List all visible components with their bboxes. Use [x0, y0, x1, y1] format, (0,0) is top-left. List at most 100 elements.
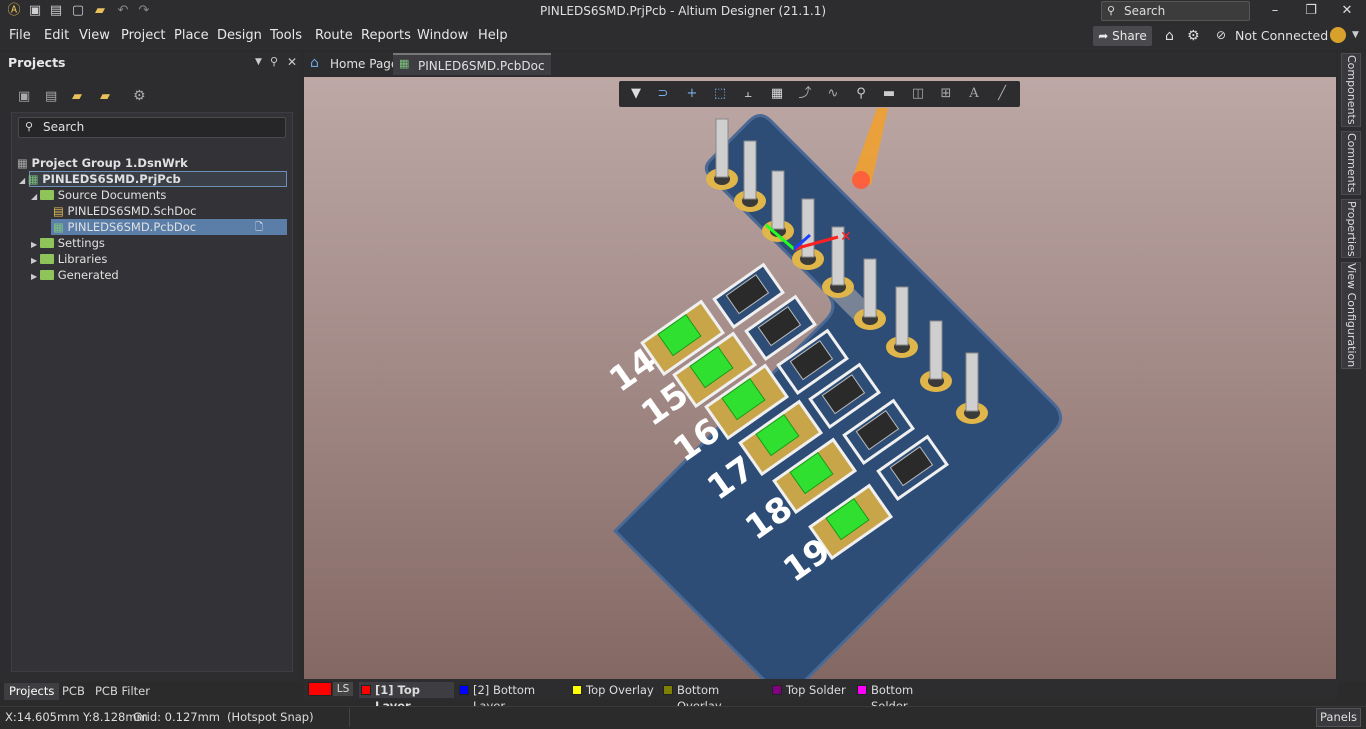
menu-project[interactable]: Project: [121, 28, 165, 43]
layer-set-button[interactable]: LS: [333, 682, 353, 696]
collapse-icon[interactable]: ◢: [19, 176, 28, 185]
pin-icon[interactable]: ⚲: [270, 55, 278, 68]
tree-label: Libraries: [57, 252, 108, 266]
line-icon[interactable]: ╱: [993, 86, 1011, 102]
close-button[interactable]: ✕: [1330, 1, 1364, 21]
chevron-down-icon[interactable]: ▼: [1352, 30, 1359, 40]
compile-icon[interactable]: ▤: [45, 89, 57, 104]
layer-tab[interactable]: [2] Bottom Layer: [457, 682, 566, 713]
minimize-button[interactable]: –: [1258, 1, 1292, 21]
pcb-doc-icon: ▦: [53, 220, 68, 234]
search-icon: ⚲: [25, 120, 34, 133]
schematic-icon: ▤: [53, 204, 68, 218]
via-icon[interactable]: ⚲: [852, 86, 870, 102]
align-icon[interactable]: ⫠: [739, 86, 757, 102]
menu-reports[interactable]: Reports: [361, 28, 411, 43]
select-icon[interactable]: ⬚: [711, 86, 729, 102]
tab-properties[interactable]: Properties: [1341, 199, 1361, 258]
tree-item-project[interactable]: ◢ ▦ PINLEDS6SMD.PrjPcb: [19, 171, 181, 187]
tab-pcb[interactable]: PCB: [57, 683, 90, 700]
panel-close-icon[interactable]: ✕: [287, 55, 297, 69]
menu-place[interactable]: Place: [174, 28, 209, 43]
pcb-3d-render: 141516171819 ✕: [602, 108, 1063, 679]
maximize-button[interactable]: ❐: [1294, 1, 1328, 21]
tree-item-libraries[interactable]: ▶ Libraries: [31, 251, 107, 267]
save-all-icon[interactable]: ▤: [48, 3, 64, 19]
tree-item-group[interactable]: ▦ Project Group 1.DsnWrk: [17, 155, 188, 171]
save-icon[interactable]: ▣: [27, 3, 43, 19]
tab-components[interactable]: Components: [1341, 53, 1361, 127]
tab-projects[interactable]: Projects: [4, 683, 60, 700]
light-source: [852, 171, 870, 189]
avatar[interactable]: [1330, 27, 1346, 43]
panel-menu-icon[interactable]: ▼: [255, 57, 262, 67]
cursor-coordinates: X:14.605mm Y:8.128mm: [5, 710, 148, 724]
panels-button[interactable]: Panels: [1316, 708, 1361, 727]
panel-title: Projects: [8, 55, 66, 70]
tree-item-settings[interactable]: ▶ Settings: [31, 235, 105, 251]
layer-color-swatch: [572, 685, 582, 695]
connection-status[interactable]: Not Connected: [1235, 28, 1328, 43]
folder-settings-icon[interactable]: ▰: [100, 89, 110, 104]
snap-icon[interactable]: ⊃: [654, 86, 672, 102]
search-icon: ⚲: [1107, 4, 1116, 17]
layer-tab[interactable]: [1] Top Layer: [359, 682, 454, 713]
tab-home-page[interactable]: Home Page: [305, 53, 404, 75]
text-icon[interactable]: A: [965, 86, 983, 102]
global-search-input[interactable]: Search: [1101, 1, 1250, 21]
header-pin: [863, 258, 877, 318]
menu-tools[interactable]: Tools: [270, 28, 302, 43]
active-bar: [619, 81, 1020, 107]
filter-icon[interactable]: ▼: [627, 86, 645, 102]
expand-icon[interactable]: ▶: [31, 272, 40, 281]
tree-item-pcbdoc[interactable]: ▦ PINLEDS6SMD.PcbDoc: [53, 219, 196, 235]
folder-icon: [39, 254, 54, 264]
layer-tab[interactable]: Bottom Solder: [855, 682, 953, 713]
pcb-doc-icon: ▦: [399, 57, 410, 70]
graph-icon[interactable]: ⊞: [937, 86, 955, 102]
menu-design[interactable]: Design: [217, 28, 262, 43]
save-project-icon[interactable]: ▣: [18, 89, 30, 104]
collapse-icon[interactable]: ◢: [31, 192, 40, 201]
current-layer-swatch[interactable]: [308, 682, 332, 696]
layer-tab[interactable]: Top Solder: [770, 682, 852, 698]
menu-edit[interactable]: Edit: [44, 28, 69, 43]
new-icon[interactable]: ▢: [70, 3, 86, 19]
component-icon[interactable]: ▦: [768, 86, 786, 102]
open-folder-icon[interactable]: ▰: [72, 89, 82, 104]
gear-icon[interactable]: ⚙: [1187, 28, 1200, 44]
layer-tab[interactable]: Bottom Overlay: [661, 682, 767, 713]
menu-route[interactable]: Route: [315, 28, 353, 43]
share-button[interactable]: ➦ Share: [1093, 26, 1152, 46]
tree-label: Source Documents: [57, 188, 167, 202]
menu-window[interactable]: Window: [417, 28, 468, 43]
layer-tab[interactable]: Top Overlay: [570, 682, 658, 698]
menu-help[interactable]: Help: [478, 28, 508, 43]
expand-icon[interactable]: ▶: [31, 240, 40, 249]
tab-label: Home Page: [330, 57, 399, 71]
tree-item-source-documents[interactable]: ◢ Source Documents: [31, 187, 166, 203]
tree-item-schdoc[interactable]: ▤ PINLEDS6SMD.SchDoc: [53, 203, 196, 219]
project-search-input[interactable]: Search: [18, 117, 286, 138]
tab-pcb-filter[interactable]: PCB Filter: [90, 683, 155, 700]
expand-icon[interactable]: ▶: [31, 256, 40, 265]
layer-color-swatch: [361, 685, 371, 695]
undo-icon[interactable]: ↶: [115, 3, 131, 19]
dimension-icon[interactable]: ◫: [909, 86, 927, 102]
tab-comments[interactable]: Comments: [1341, 131, 1361, 195]
tree-item-generated[interactable]: ▶ Generated: [31, 267, 119, 283]
route-icon[interactable]: ⤴: [796, 86, 814, 102]
polygon-icon[interactable]: ▬: [880, 86, 898, 102]
redo-icon[interactable]: ↷: [136, 3, 152, 19]
settings-icon[interactable]: ⚙: [133, 88, 146, 104]
tab-pcbdoc[interactable]: PINLED6SMD.PcbDoc: [393, 53, 551, 75]
crosshair-icon[interactable]: +: [683, 86, 701, 102]
header-pin: [771, 170, 785, 230]
diff-pair-icon[interactable]: ∿: [824, 86, 842, 102]
menu-file[interactable]: File: [9, 28, 31, 43]
tab-view-configuration[interactable]: View Configuration: [1341, 262, 1361, 369]
home-icon[interactable]: ⌂: [1165, 28, 1174, 44]
open-icon[interactable]: ▰: [92, 3, 108, 19]
header-pin: [715, 118, 729, 178]
menu-view[interactable]: View: [79, 28, 110, 43]
